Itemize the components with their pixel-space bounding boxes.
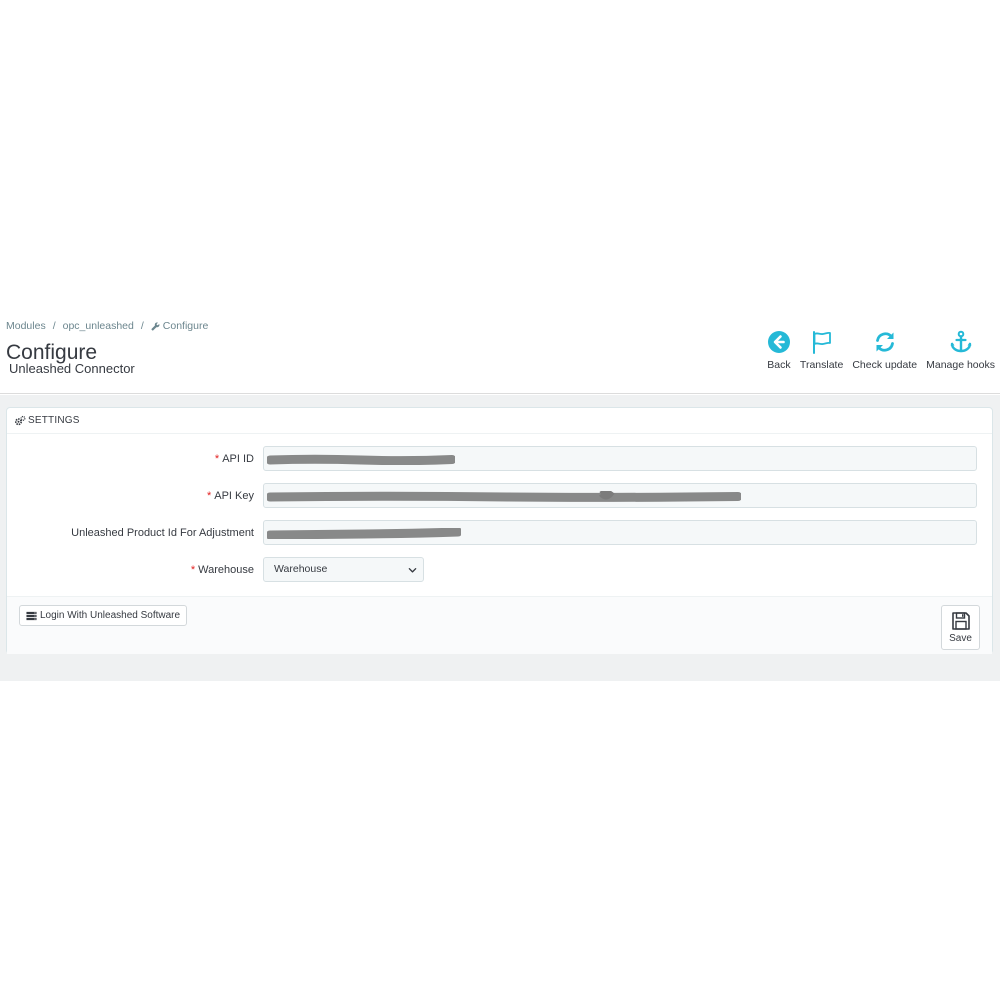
check-update-button[interactable]: Check update [852,330,917,371]
translate-label: Translate [799,359,844,371]
save-label: Save [949,633,972,644]
warehouse-selected-value: Warehouse [274,563,328,575]
api-key-row: * API Key [7,483,992,509]
circle-arrow-left-icon [767,331,790,353]
translate-button[interactable]: Translate [800,330,843,371]
product-id-label: Unleashed Product Id For Adjustment [71,527,254,539]
warehouse-select[interactable]: Warehouse [263,557,424,582]
breadcrumb-item-modules[interactable]: Modules [6,320,46,332]
product-id-row: Unleashed Product Id For Adjustment [7,520,992,546]
page-header: Modules / opc_unleashed / Configure Conf… [0,310,1000,394]
back-button[interactable]: Back [767,330,791,371]
settings-heading-label: SETTINGS [28,415,80,426]
back-label: Back [767,359,791,371]
save-button[interactable]: Save [941,605,980,650]
warehouse-row: * Warehouse Warehouse [7,557,992,583]
wrench-icon [151,322,160,331]
login-unleashed-label: Login With Unleashed Software [40,610,181,621]
required-marker: * [190,564,196,576]
manage-hooks-label: Manage hooks [926,359,995,371]
redaction-scribble [267,528,461,539]
cogs-icon [14,415,26,425]
refresh-icon [875,332,894,352]
redaction-scribble [267,454,455,465]
manage-hooks-button[interactable]: Manage hooks [926,330,995,371]
settings-heading: SETTINGS [7,408,992,434]
product-id-input[interactable] [263,520,977,545]
required-marker: * [214,453,220,465]
flag-icon [812,331,831,354]
toolbar: Back Translate Check update Manage hooks [758,330,995,371]
breadcrumb-separator: / [140,320,144,332]
breadcrumb-item-current: Configure [162,320,209,332]
api-key-label: * API Key [206,490,254,502]
api-key-input[interactable] [263,483,977,508]
required-marker: * [206,490,212,502]
api-id-row: * API ID [7,446,992,472]
check-update-label: Check update [852,359,918,371]
panel-footer: Login With Unleashed Software Save [7,596,992,654]
redaction-scribble [267,491,741,502]
api-id-label: * API ID [214,453,254,465]
breadcrumb-item-module[interactable]: opc_unleashed [63,320,134,332]
page-subtitle: Unleashed Connector [9,361,135,376]
breadcrumb-separator: / [52,320,56,332]
content-area: SETTINGS * API ID * API Key Unleashed Prod… [0,395,1000,681]
login-unleashed-button[interactable]: Login With Unleashed Software [19,605,188,626]
server-icon [26,611,37,620]
warehouse-label: * Warehouse [190,564,254,576]
api-id-input[interactable] [263,446,977,471]
breadcrumb: Modules / opc_unleashed / Configure [6,320,208,332]
anchor-icon [950,330,972,353]
floppy-disk-icon [951,612,970,630]
chevron-down-icon [408,568,417,573]
settings-panel: SETTINGS * API ID * API Key Unleashed Prod… [6,407,993,654]
